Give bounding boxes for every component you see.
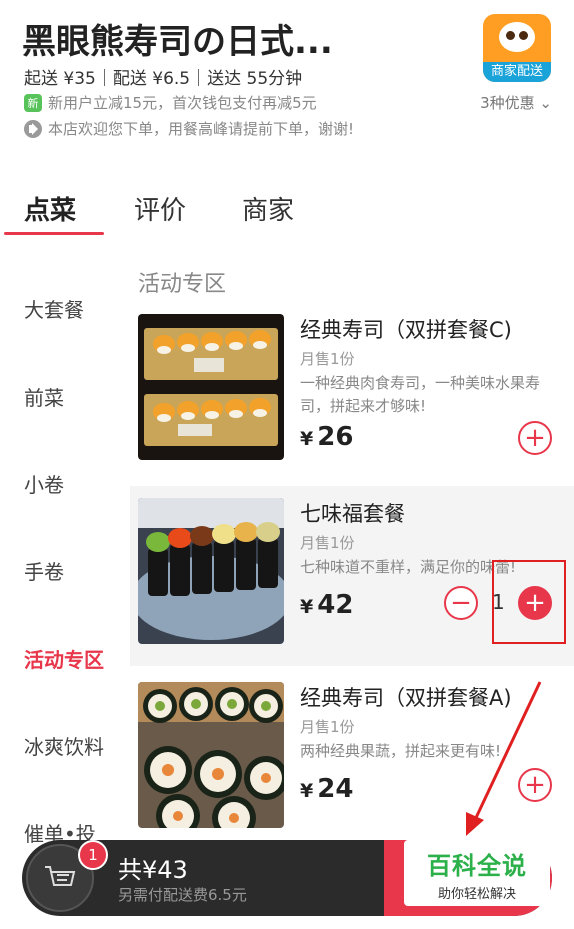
sidebar-item-drinks[interactable]: 冰爽饮料 <box>24 731 104 760</box>
tab-merchant[interactable]: 商家 <box>242 190 294 227</box>
promo-text: 新用户立减15元，首次钱包支付再减5元 <box>48 94 317 112</box>
item-name: 经典寿司（双拼套餐C) <box>300 318 512 342</box>
highlight-box <box>492 560 566 644</box>
active-tab-indicator <box>4 232 104 235</box>
food-image <box>138 682 284 828</box>
plus-icon: + <box>524 423 546 453</box>
item-price: ¥24 <box>300 774 353 804</box>
food-image <box>138 498 284 644</box>
delivery-info: 起送 ¥35｜配送 ¥6.5｜送达 55分钟 <box>24 69 303 89</box>
cart-total: 共¥43 <box>118 856 188 884</box>
sidebar-item-promotions[interactable]: 活动专区 <box>24 644 104 673</box>
item-price: ¥26 <box>300 422 353 452</box>
item-monthly-sales: 月售1份 <box>300 718 355 736</box>
add-to-cart-button[interactable]: + <box>518 421 552 455</box>
sidebar-item-appetizers[interactable]: 前菜 <box>24 382 64 411</box>
sidebar-item-small-rolls[interactable]: 小卷 <box>24 469 64 498</box>
menu-item[interactable]: 经典寿司（双拼套餐A) 月售1份 两种经典果蔬，拼起来更有味! ¥24 + <box>130 670 574 850</box>
tab-bar: 点菜 评价 商家 <box>0 180 574 240</box>
item-description: 两种经典果蔬，拼起来更有味! <box>300 742 502 760</box>
store-name: 黑眼熊寿司の日式... <box>22 22 333 62</box>
currency-symbol: ¥ <box>300 780 314 802</box>
promo-more-toggle[interactable]: 3种优惠 ⌄ <box>480 92 552 113</box>
currency-symbol: ¥ <box>300 596 314 618</box>
category-sidebar: 大套餐 前菜 小卷 手卷 活动专区 冰爽饮料 催单•投 <box>0 240 124 929</box>
menu-item[interactable]: 经典寿司（双拼套餐C) 月售1份 一种经典肉食寿司，一种美味水果寿司，拼起来才够… <box>130 302 574 482</box>
plus-icon: + <box>524 770 546 800</box>
watermark-subtitle: 助你轻松解决 <box>437 887 516 902</box>
tab-order[interactable]: 点菜 <box>24 190 76 227</box>
delivery-type-label: 商家配送 <box>483 62 551 82</box>
price-value: 24 <box>317 774 354 804</box>
item-monthly-sales: 月售1份 <box>300 534 355 552</box>
promo-row[interactable]: 新 新用户立减15元，首次钱包支付再减5元 <box>24 92 317 113</box>
watermark-logo: 百科全说 助你轻松解决 <box>404 840 550 906</box>
watermark-title: 百科全说 <box>427 852 527 880</box>
bear-face-icon <box>499 22 535 52</box>
new-user-badge: 新 <box>24 93 42 112</box>
speaker-icon <box>24 119 42 138</box>
store-logo: 商家配送 <box>483 14 551 82</box>
sidebar-item-hand-rolls[interactable]: 手卷 <box>24 556 64 585</box>
price-value: 42 <box>317 590 354 620</box>
store-header: 黑眼熊寿司の日式... 起送 ¥35｜配送 ¥6.5｜送达 55分钟 新 新用户… <box>0 0 574 180</box>
minus-icon: − <box>450 588 472 618</box>
item-description: 一种经典肉食寿司，一种美味水果寿司，拼起来才够味! <box>300 374 541 415</box>
notice-text: 本店欢迎您下单，用餐高峰请提前下单，谢谢! <box>48 120 355 138</box>
sidebar-item-set-meals[interactable]: 大套餐 <box>24 294 84 323</box>
notice-row: 本店欢迎您下单，用餐高峰请提前下单，谢谢! <box>24 118 354 139</box>
item-name: 七味福套餐 <box>300 502 405 526</box>
currency-symbol: ¥ <box>300 428 314 450</box>
item-price: ¥42 <box>300 590 353 620</box>
decrease-quantity-button[interactable]: − <box>444 586 478 620</box>
cart-count-badge: 1 <box>78 840 108 870</box>
item-name: 经典寿司（双拼套餐A) <box>300 686 512 710</box>
item-monthly-sales: 月售1份 <box>300 350 355 368</box>
section-title: 活动专区 <box>138 272 227 297</box>
tab-reviews[interactable]: 评价 <box>134 190 186 227</box>
food-image <box>138 314 284 460</box>
price-value: 26 <box>317 422 354 452</box>
add-to-cart-button[interactable]: + <box>518 768 552 802</box>
delivery-fee-note: 另需付配送费6.5元 <box>118 886 247 904</box>
